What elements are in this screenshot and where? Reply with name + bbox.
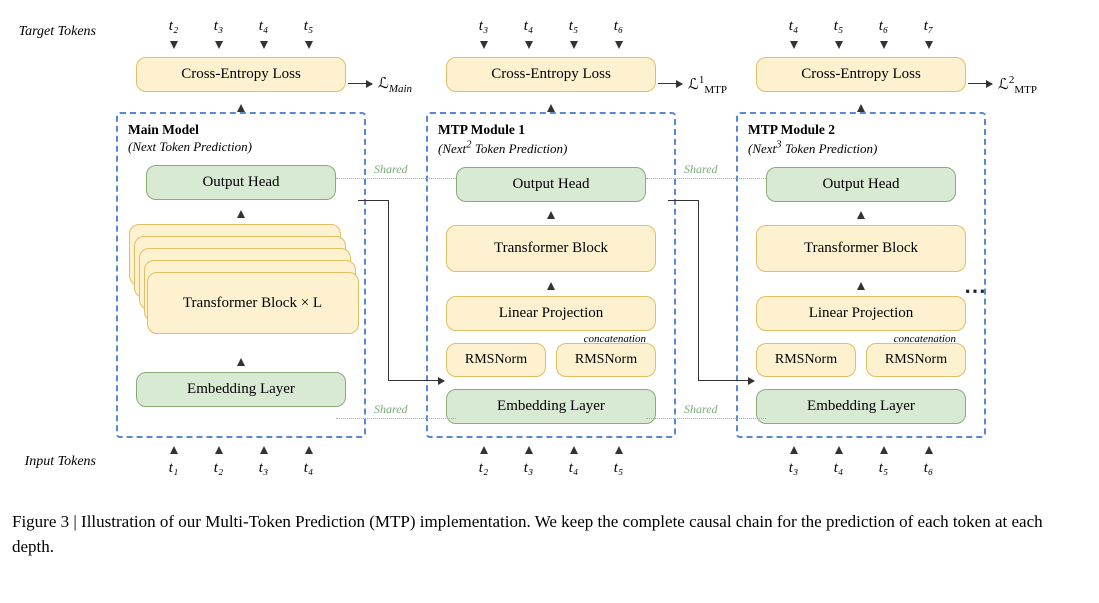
target-tokens-row: t₃ t₄ t₅ t₆ [461,18,641,35]
tok: t₅ [295,18,323,35]
rmsnorm-row: RMSNorm RMSNorm [756,343,966,377]
module-title-sub: (Next3 Token Prediction) [748,141,877,156]
tok: t₁ [160,460,188,477]
target-tokens-row: t₂ t₃ t₄ t₅ [151,18,331,35]
embedding-layer: Embedding Layer [446,389,656,424]
arrows-down [461,39,641,55]
rmsnorm-row: RMSNorm RMSNorm [446,343,656,377]
module-title-bold: MTP Module 1 [438,122,525,137]
target-tokens-label: Target Tokens [19,24,96,40]
loss-arrow [658,83,682,84]
connector [698,380,754,381]
input-tokens-label: Input Tokens [25,454,96,470]
output-head: Output Head [766,167,956,202]
target-tokens-row: t₄ t₅ t₆ t₇ [771,18,951,35]
mtp1-box: MTP Module 1 (Next2 Token Prediction) Ou… [426,112,676,438]
input-tokens-row: t₂ t₃ t₄ t₅ [461,460,641,477]
cross-entropy-loss: Cross-Entropy Loss [446,57,656,92]
input-tokens-row: t₁ t₂ t₃ t₄ [151,460,331,477]
shared-label: Shared [374,162,408,177]
input-tokens-row: t₃ t₄ t₅ t₆ [771,460,951,477]
col-main: t₂ t₃ t₄ t₅ Cross-Entropy Loss ℒMain Mai… [116,18,366,481]
rmsnorm: RMSNorm [446,343,546,377]
tok: t₃ [780,460,808,477]
rmsnorm: RMSNorm [866,343,966,377]
main-model-box: Main Model (Next Token Prediction) Outpu… [116,112,366,438]
tok: t₃ [250,460,278,477]
ellipsis: ⋯ [964,278,988,304]
rmsnorm: RMSNorm [756,343,856,377]
connector [388,200,389,380]
tok: t₆ [915,460,943,477]
linear-projection: Linear Projection [756,296,966,331]
tok: t₅ [605,460,633,477]
cross-entropy-loss: Cross-Entropy Loss [136,57,346,92]
figure-caption: Figure 3 | Illustration of our Multi-Tok… [12,510,1072,559]
tok: t₄ [560,460,588,477]
transformer-stack: Transformer Block × L [129,224,354,334]
tok: t₃ [515,460,543,477]
arrows-down [151,39,331,55]
loss-main-label: ℒMain [378,74,412,95]
shared-line [646,178,766,179]
columns: t₂ t₃ t₄ t₅ Cross-Entropy Loss ℒMain Mai… [116,18,986,481]
shared-label: Shared [684,162,718,177]
module-title-sub: (Next2 Token Prediction) [438,141,567,156]
arrows-up [461,442,641,458]
tok: t₅ [825,18,853,35]
module-title: MTP Module 2 (Next3 Token Prediction) [748,122,877,157]
tok: t₄ [515,18,543,35]
tok: t₃ [205,18,233,35]
embedding-layer: Embedding Layer [136,372,346,407]
tok: t₄ [250,18,278,35]
cross-entropy-loss: Cross-Entropy Loss [756,57,966,92]
loss-arrow [968,83,992,84]
module-title: MTP Module 1 (Next2 Token Prediction) [438,122,567,157]
connector [698,200,699,380]
tok: t₅ [560,18,588,35]
transformer-block: Transformer Block [446,225,656,272]
mtp2-box: MTP Module 2 (Next3 Token Prediction) Ou… [736,112,986,438]
tok: t₇ [915,18,943,35]
module-title-bold: Main Model [128,122,199,137]
connector [388,380,444,381]
tok: t₆ [605,18,633,35]
tok: t₆ [870,18,898,35]
connector [358,200,388,201]
transformer-block: Transformer Block [756,225,966,272]
shared-line [336,178,456,179]
module-title-sub: (Next Token Prediction) [128,139,252,154]
tok: t₄ [780,18,808,35]
tok: t₅ [870,460,898,477]
shared-label: Shared [374,402,408,417]
output-head: Output Head [146,165,336,200]
linear-projection: Linear Projection [446,296,656,331]
tok: t₂ [205,460,233,477]
left-axis-labels: Target Tokens Input Tokens [12,18,102,488]
embedding-layer: Embedding Layer [756,389,966,424]
tok: t₄ [295,460,323,477]
rmsnorm: RMSNorm [556,343,656,377]
connector [668,200,698,201]
loss-mtp2-label: ℒ2MTP [998,74,1037,96]
shared-line [646,418,766,419]
tok: t₄ [825,460,853,477]
col-mtp2: t₄ t₅ t₆ t₇ Cross-Entropy Loss ℒ2MTP MTP… [736,18,986,481]
tok: t₂ [160,18,188,35]
shared-label: Shared [684,402,718,417]
loss-mtp1-label: ℒ1MTP [688,74,727,96]
output-head: Output Head [456,167,646,202]
loss-arrow [348,83,372,84]
module-title: Main Model (Next Token Prediction) [128,122,252,155]
arrows-down [771,39,951,55]
shared-line [336,418,456,419]
mtp-diagram: Target Tokens Input Tokens t₂ t₃ t₄ t₅ C… [12,18,1087,488]
arrows-up [151,442,331,458]
tok: t₂ [470,460,498,477]
transformer-block: Transformer Block × L [147,272,359,334]
col-mtp1: t₃ t₄ t₅ t₆ Cross-Entropy Loss ℒ1MTP MTP… [426,18,676,481]
arrows-up [771,442,951,458]
tok: t₃ [470,18,498,35]
module-title-bold: MTP Module 2 [748,122,835,137]
